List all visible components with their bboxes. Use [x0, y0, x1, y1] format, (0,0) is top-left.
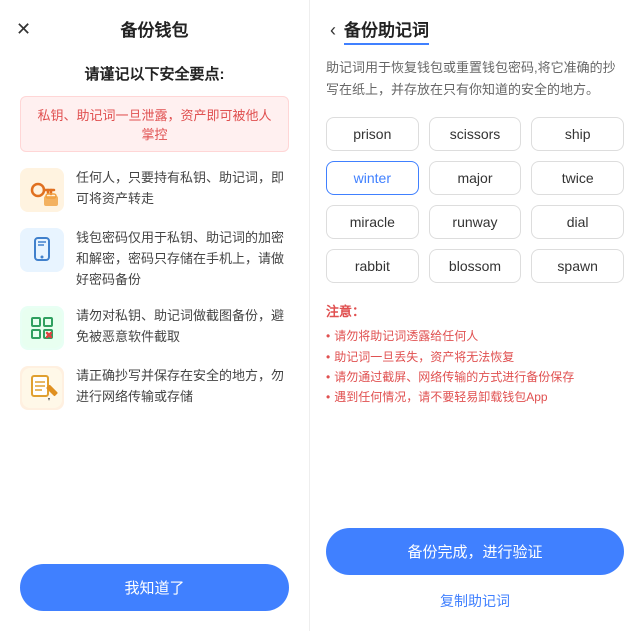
notice-title: 注意：	[326, 301, 624, 320]
close-button[interactable]: ✕	[16, 20, 31, 38]
warning-box: 私钥、助记词一旦泄露，资产即可被他人掌控	[20, 96, 289, 152]
security-item-1: 任何人，只要持有私钥、助记词，即可将资产转走	[20, 168, 289, 212]
word-chip: miracle	[326, 205, 419, 239]
right-description: 助记词用于恢复钱包或重置钱包密码,将它准确的抄写在纸上，并存放在只有你知道的安全…	[326, 57, 624, 101]
confirm-button[interactable]: 我知道了	[20, 564, 289, 611]
right-title: 备份助记词	[344, 16, 429, 45]
key-icon	[20, 168, 64, 212]
left-subtitle: 请谨记以下安全要点:	[20, 63, 289, 84]
security-text-2: 钱包密码仅用于私钥、助记词的加密和解密，密码只存储在手机上，请做好密码备份	[76, 228, 289, 290]
word-chip: blossom	[429, 249, 522, 283]
security-text-3: 请勿对私钥、助记词做截图备份，避免被恶意软件截取	[76, 306, 289, 348]
word-chip: spawn	[531, 249, 624, 283]
left-panel: ✕ 备份钱包 请谨记以下安全要点: 私钥、助记词一旦泄露，资产即可被他人掌控	[0, 0, 310, 631]
right-content: 助记词用于恢复钱包或重置钱包密码,将它准确的抄写在纸上，并存放在只有你知道的安全…	[310, 57, 640, 516]
left-header: ✕ 备份钱包	[0, 0, 309, 53]
word-chip: dial	[531, 205, 624, 239]
notice-list: 请勿将助记词透露给任何人助记词一旦丢失，资产将无法恢复请勿通过截屏、网络传输的方…	[326, 326, 624, 408]
notice-item: 遇到任何情况，请不要轻易卸载钱包App	[326, 387, 624, 407]
word-chip: runway	[429, 205, 522, 239]
warning-text: 私钥、助记词一旦泄露，资产即可被他人掌控	[33, 105, 276, 143]
mnemonic-word-grid: prison scissors ship winter major twice miracl…	[326, 117, 624, 283]
notice-box: 注意： 请勿将助记词透露给任何人助记词一旦丢失，资产将无法恢复请勿通过截屏、网络…	[326, 301, 624, 408]
right-footer: 备份完成，进行验证 复制助记词	[310, 516, 640, 631]
word-chip: prison	[326, 117, 419, 151]
right-header: ‹ 备份助记词	[310, 0, 640, 57]
word-chip: winter	[326, 161, 419, 195]
notice-item: 助记词一旦丢失，资产将无法恢复	[326, 347, 624, 367]
left-footer: 我知道了	[0, 550, 309, 631]
back-button[interactable]: ‹	[330, 20, 336, 41]
word-chip: scissors	[429, 117, 522, 151]
notice-item: 请勿通过截屏、网络传输的方式进行备份保存	[326, 367, 624, 387]
copy-button[interactable]: 复制助记词	[326, 587, 624, 615]
write-icon	[20, 366, 64, 410]
word-chip: ship	[531, 117, 624, 151]
word-chip: rabbit	[326, 249, 419, 283]
notice-item: 请勿将助记词透露给任何人	[326, 326, 624, 346]
phone-icon	[20, 228, 64, 272]
security-item-2: 钱包密码仅用于私钥、助记词的加密和解密，密码只存储在手机上，请做好密码备份	[20, 228, 289, 290]
security-item-3: 请勿对私钥、助记词做截图备份，避免被恶意软件截取	[20, 306, 289, 350]
security-item-4: 请正确抄写并保存在安全的地方，勿进行网络传输或存储	[20, 366, 289, 410]
verify-button[interactable]: 备份完成，进行验证	[326, 528, 624, 575]
left-content: 请谨记以下安全要点: 私钥、助记词一旦泄露，资产即可被他人掌控 任何人，	[0, 53, 309, 550]
right-panel: ‹ 备份助记词 助记词用于恢复钱包或重置钱包密码,将它准确的抄写在纸上，并存放在…	[310, 0, 640, 631]
scan-icon	[20, 306, 64, 350]
word-chip: twice	[531, 161, 624, 195]
word-chip: major	[429, 161, 522, 195]
left-title: 备份钱包	[121, 16, 189, 41]
security-text-4: 请正确抄写并保存在安全的地方，勿进行网络传输或存储	[76, 366, 289, 408]
security-text-1: 任何人，只要持有私钥、助记词，即可将资产转走	[76, 168, 289, 210]
